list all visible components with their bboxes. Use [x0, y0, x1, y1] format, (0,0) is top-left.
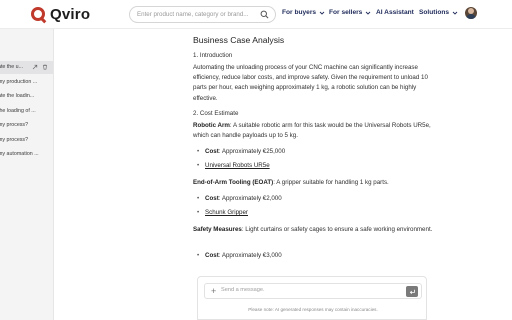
message-input-box: +: [204, 283, 422, 299]
universal-robots-link[interactable]: Universal Robots UR5e: [205, 162, 270, 169]
safety-cost-value: : Approximately €3,000: [218, 252, 282, 259]
send-button[interactable]: [406, 286, 418, 297]
doc-title: Business Case Analysis: [193, 35, 285, 45]
search-input[interactable]: [137, 11, 257, 18]
search-icon[interactable]: [260, 10, 269, 19]
chat-history-item[interactable]: ate the u...: [0, 61, 53, 74]
eoat-cost-value: : Approximately €2,000: [218, 195, 282, 202]
chat-history-item[interactable]: my process?: [0, 119, 53, 132]
chat-history-item[interactable]: ate the loadin...: [0, 90, 53, 103]
chat-history-label: ate the loadin...: [0, 93, 35, 99]
section-heading: 2. Cost Estimate: [193, 110, 239, 117]
share-icon[interactable]: [32, 64, 38, 70]
ai-disclaimer: Please note: AI generated responses may …: [248, 307, 378, 312]
plus-icon[interactable]: +: [211, 286, 216, 297]
chat-history-label: my production ...: [0, 79, 38, 85]
nav-solutions-label: Solutions: [419, 9, 450, 16]
chat-history-label: my process?: [0, 122, 29, 128]
chevron-down-icon: [452, 11, 458, 15]
top-navbar: Qviro For buyers For sellers AI Assistan…: [0, 0, 512, 29]
safety-text: : Light curtains or safety cages to ensu…: [241, 226, 433, 233]
trash-icon[interactable]: [42, 64, 48, 70]
eoat-paragraph: End-of-Arm Tooling (EOAT): A gripper sui…: [193, 178, 433, 188]
eoat-label: End-of-Arm Tooling (EOAT): [193, 179, 274, 186]
chat-history-label: ate the u...: [0, 64, 24, 70]
chevron-down-icon: [319, 11, 325, 15]
chat-history-item[interactable]: my process?: [0, 134, 53, 147]
nav-ai-assistant-label: AI Assistant: [376, 9, 414, 16]
nav-for-sellers[interactable]: For sellers: [329, 9, 371, 16]
chevron-down-icon: [366, 11, 371, 15]
nav-for-buyers-label: For buyers: [282, 9, 317, 16]
chat-history-label: my automation ...: [0, 151, 39, 157]
chat-history-label: the loading of ...: [0, 108, 36, 114]
cost-label: Cost: [205, 148, 219, 155]
intro-paragraph: Automating the unloading process of your…: [193, 64, 428, 102]
nav-for-sellers-label: For sellers: [329, 9, 363, 16]
arm-cost-value: : Approximately €25,000: [218, 148, 286, 155]
robotic-arm-label: Robotic Arm: [193, 122, 230, 129]
brand-logo[interactable]: Qviro: [31, 5, 90, 23]
chat-history-label: my process?: [0, 137, 29, 143]
section-heading: 1. Introduction: [193, 52, 233, 59]
chat-history-item[interactable]: my production ...: [0, 76, 53, 89]
safety-label: Safety Measures: [193, 226, 242, 233]
cost-label: Cost: [205, 195, 219, 202]
chat-history-item[interactable]: the loading of ...: [0, 105, 53, 118]
chat-history-sidebar: ate the u... my production ... ate the l…: [0, 29, 54, 320]
enter-icon: [409, 289, 415, 294]
nav-for-buyers[interactable]: For buyers: [282, 9, 325, 16]
safety-paragraph: Safety Measures: Light curtains or safet…: [193, 225, 433, 235]
cost-label: Cost: [205, 252, 219, 259]
schunk-gripper-link[interactable]: Schunk Gripper: [205, 209, 248, 216]
brand-name: Qviro: [50, 5, 91, 23]
robotic-arm-paragraph: Robotic Arm: A suitable robotic arm for …: [193, 121, 433, 141]
user-avatar[interactable]: [465, 7, 477, 19]
eoat-text: : A gripper suitable for handling 1 kg p…: [273, 179, 389, 186]
chat-history-item[interactable]: my automation ...: [0, 148, 53, 161]
search-bar: [129, 6, 276, 23]
message-input[interactable]: [221, 287, 391, 293]
nav-ai-assistant[interactable]: AI Assistant: [376, 9, 414, 16]
message-composer: + Please note: AI generated responses ma…: [197, 276, 427, 320]
logo-icon: [31, 7, 45, 21]
nav-solutions[interactable]: Solutions: [419, 9, 458, 16]
